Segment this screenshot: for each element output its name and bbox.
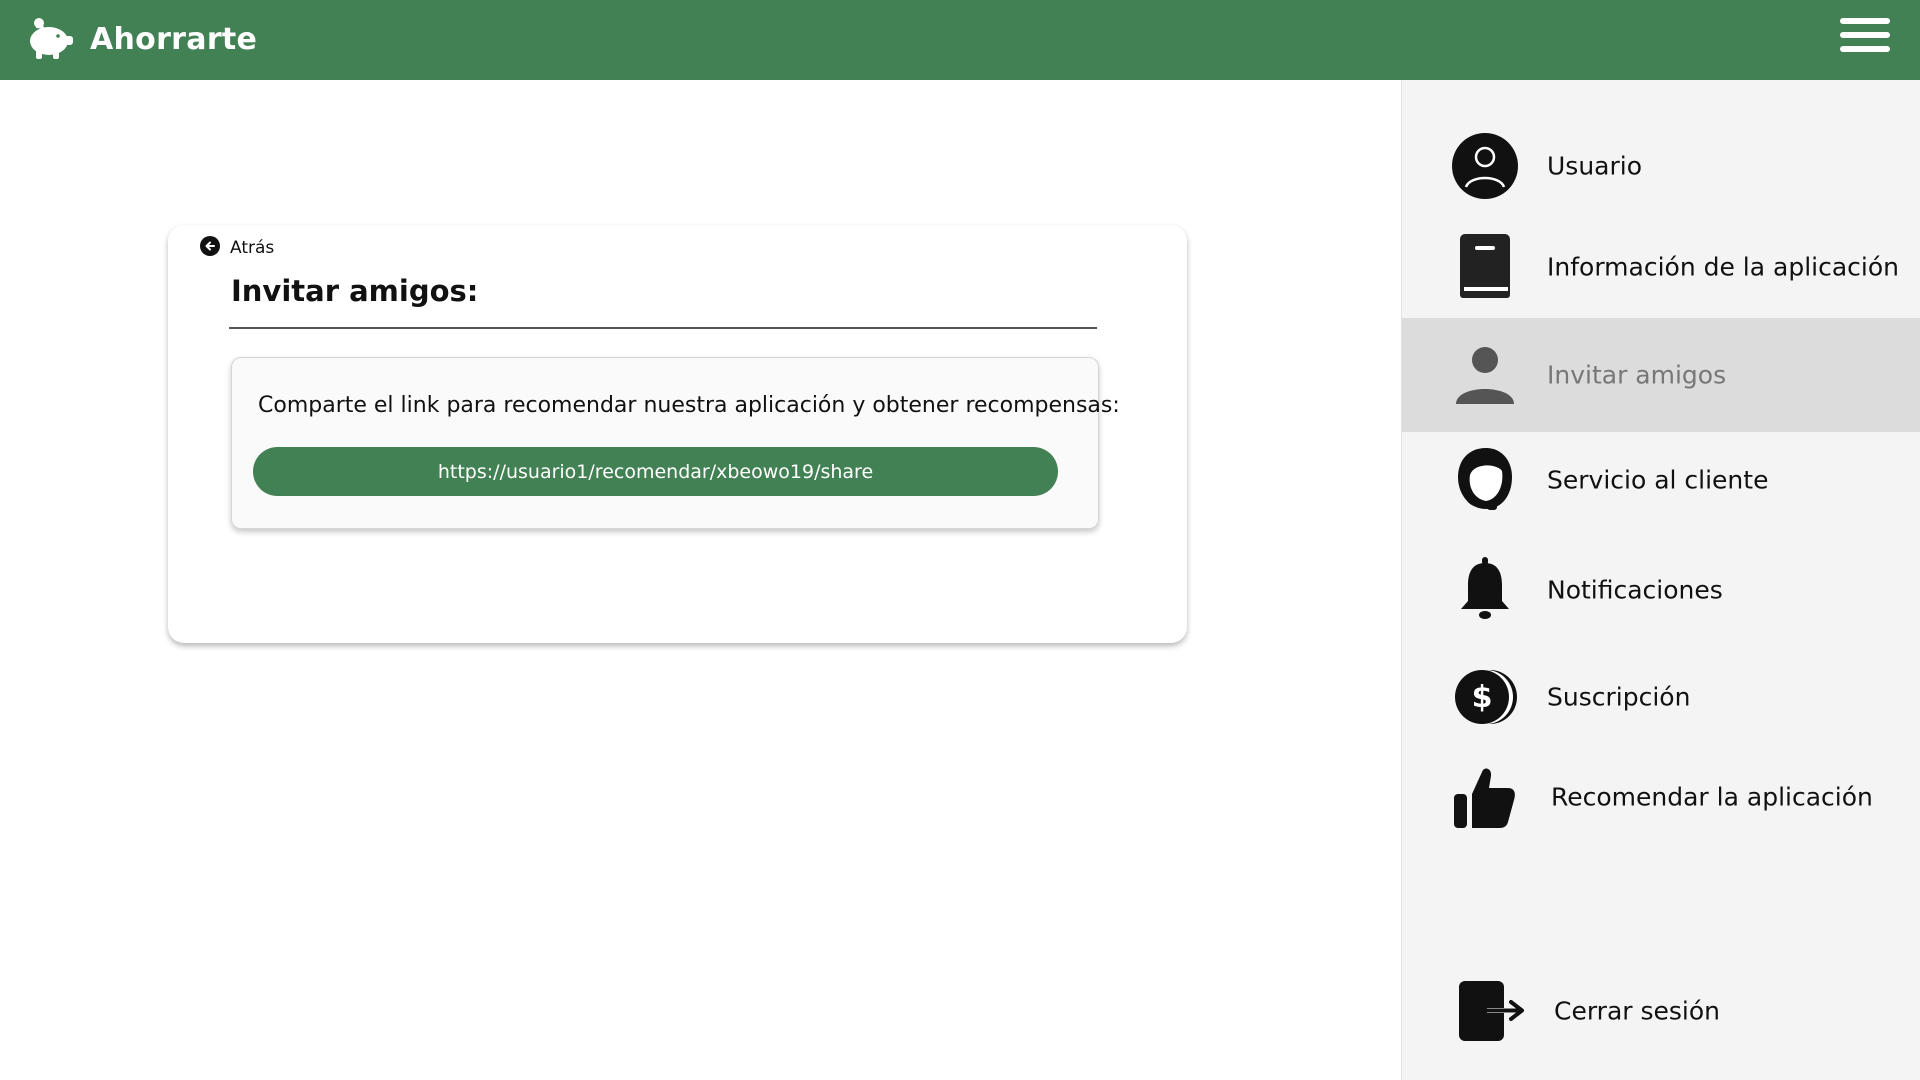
menu-line bbox=[1840, 46, 1890, 52]
sidebar-item-invitar-amigos[interactable]: Invitar amigos bbox=[1402, 318, 1920, 432]
dollar-coin-icon: $ bbox=[1450, 662, 1520, 732]
logout-icon bbox=[1457, 976, 1527, 1046]
top-bar: Ahorrarte bbox=[0, 0, 1920, 80]
brand[interactable]: Ahorrarte bbox=[26, 14, 257, 64]
sidebar-item-label: Notificaciones bbox=[1547, 575, 1723, 605]
piggy-bank-icon bbox=[26, 14, 76, 64]
title-divider bbox=[229, 327, 1097, 329]
page-title: Invitar amigos: bbox=[231, 274, 479, 308]
logout-label: Cerrar sesión bbox=[1554, 996, 1721, 1026]
share-panel bbox=[231, 357, 1099, 529]
person-icon bbox=[1450, 340, 1520, 410]
sidebar-item-informacion[interactable]: Información de la aplicación bbox=[1402, 213, 1920, 321]
book-icon bbox=[1450, 232, 1520, 302]
sidebar-item-label: Invitar amigos bbox=[1547, 360, 1727, 390]
sidebar-item-recomendar[interactable]: Recomendar la aplicación bbox=[1402, 743, 1920, 851]
bell-icon bbox=[1450, 555, 1520, 625]
back-button[interactable]: Atrás bbox=[200, 236, 274, 260]
sidebar-item-label: Servicio al cliente bbox=[1547, 465, 1769, 495]
app-title: Ahorrarte bbox=[90, 21, 258, 57]
sidebar-item-label: Usuario bbox=[1547, 151, 1643, 181]
svg-text:$: $ bbox=[1472, 680, 1493, 715]
user-circle-icon bbox=[1450, 131, 1520, 201]
share-link-button[interactable]: https://usuario1/recomendar/xbeowo19/sha… bbox=[253, 447, 1058, 496]
hamburger-menu-button[interactable] bbox=[1840, 18, 1890, 60]
thumbs-up-icon bbox=[1450, 762, 1520, 832]
share-description: Comparte el link para recomendar nuestra… bbox=[258, 393, 1120, 418]
headset-icon bbox=[1450, 445, 1520, 515]
sidebar-item-label: Información de la aplicación bbox=[1547, 252, 1899, 282]
logout-button[interactable]: Cerrar sesión bbox=[1402, 957, 1920, 1065]
arrow-left-circle-icon bbox=[200, 236, 220, 260]
sidebar-item-usuario[interactable]: Usuario bbox=[1402, 112, 1920, 220]
menu-line bbox=[1840, 18, 1890, 24]
sidebar-item-label: Recomendar la aplicación bbox=[1551, 782, 1873, 812]
sidebar-item-servicio-cliente[interactable]: Servicio al cliente bbox=[1402, 426, 1920, 534]
menu-line bbox=[1840, 32, 1890, 38]
sidebar-item-suscripcion[interactable]: $ Suscripción bbox=[1402, 643, 1920, 751]
sidebar-item-label: Suscripción bbox=[1547, 682, 1691, 712]
sidebar-item-notificaciones[interactable]: Notificaciones bbox=[1402, 536, 1920, 644]
back-label: Atrás bbox=[230, 238, 275, 258]
